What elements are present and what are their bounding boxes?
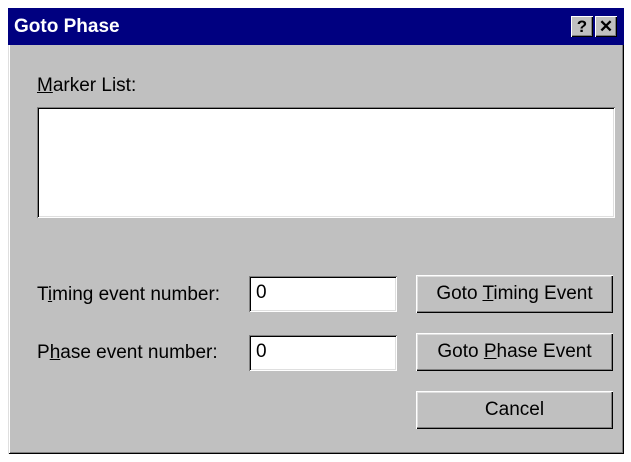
- goto-timing-mnemonic: T: [482, 283, 494, 304]
- close-icon: ✕: [598, 17, 614, 36]
- phase-event-input[interactable]: 0: [249, 335, 397, 371]
- phase-label-mnemonic: h: [49, 342, 61, 363]
- phase-event-label: Phase event number:: [37, 342, 218, 364]
- marker-list-box[interactable]: [37, 107, 615, 218]
- marker-list-mnemonic: M: [37, 75, 53, 96]
- goto-phase-mnemonic: P: [483, 341, 497, 362]
- timing-event-label: Timing event number:: [37, 284, 220, 306]
- marker-list-label: Marker List:: [37, 75, 136, 97]
- phase-label-text: ase event number:: [60, 342, 218, 363]
- goto-timing-event-button[interactable]: Goto Timing Event: [416, 275, 613, 313]
- goto-timing-text: iming Event: [493, 283, 593, 304]
- title-bar[interactable]: Goto Phase ? ✕: [8, 8, 624, 45]
- goto-phase-event-button[interactable]: Goto Phase Event: [416, 333, 613, 371]
- timing-label-prefix: T: [37, 284, 48, 305]
- question-mark-icon: ?: [576, 17, 588, 36]
- timing-event-input[interactable]: 0: [249, 276, 397, 312]
- goto-phase-text: hase Event: [496, 341, 592, 362]
- help-button[interactable]: ?: [571, 16, 593, 37]
- timing-label-text: ming event number:: [52, 284, 221, 305]
- cancel-button[interactable]: Cancel: [416, 391, 613, 429]
- window-title: Goto Phase: [14, 16, 120, 37]
- close-button[interactable]: ✕: [595, 16, 617, 37]
- phase-label-prefix: P: [37, 342, 50, 363]
- marker-list-label-text: arker List:: [52, 75, 137, 96]
- goto-timing-prefix: Goto: [436, 283, 483, 304]
- goto-phase-prefix: Goto: [437, 341, 484, 362]
